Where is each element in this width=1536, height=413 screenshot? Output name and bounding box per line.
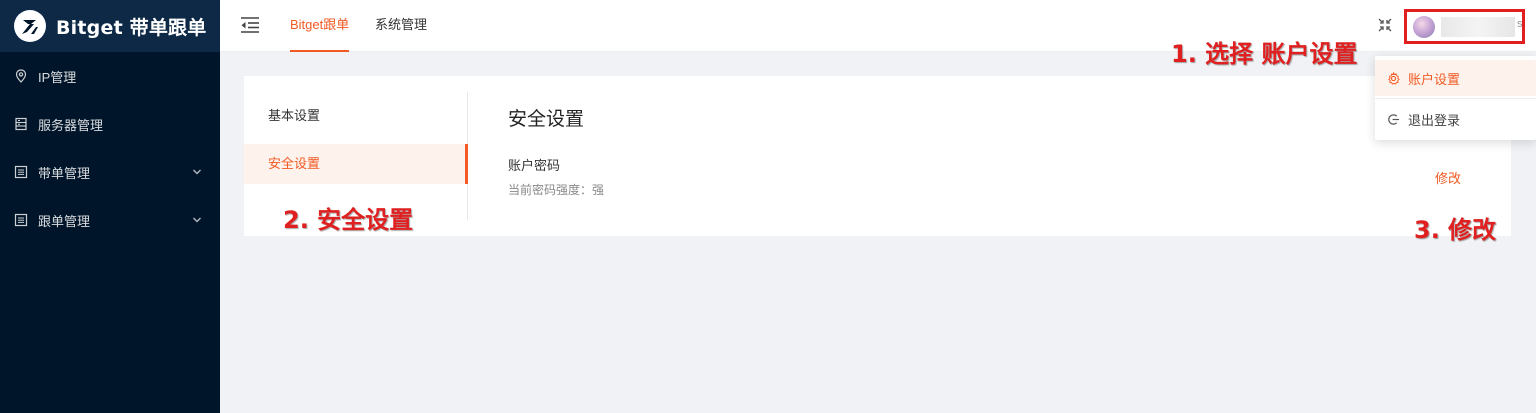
- location-pin-icon: [14, 69, 28, 83]
- gear-icon: [1388, 71, 1400, 85]
- settings-card: 基本设置 安全设置 安全设置 账户密码 当前密码强度：强 修改: [244, 76, 1511, 236]
- annotation-step-2: 2. 安全设置: [283, 206, 414, 234]
- sidebar-item-label: IP管理: [38, 69, 77, 85]
- modify-password-link[interactable]: 修改: [1435, 168, 1461, 187]
- menu-divider: [1375, 98, 1536, 99]
- sidebar-menu: IP管理 服务器管理 带单管理 跟单管理: [0, 52, 220, 244]
- annotation-step-3: 3. 修改: [1414, 216, 1497, 244]
- settings-nav-basic[interactable]: 基本设置: [244, 96, 468, 136]
- tab-system-management[interactable]: 系统管理: [375, 0, 427, 52]
- password-row-label: 账户密码: [508, 158, 561, 173]
- menu-item-label: 退出登录: [1408, 112, 1461, 128]
- avatar: [1413, 16, 1435, 38]
- menu-item-logout[interactable]: 退出登录: [1375, 101, 1536, 137]
- sidebar-item-label: 服务器管理: [38, 117, 104, 133]
- sidebar-item-lead-trading[interactable]: 带单管理: [0, 148, 220, 196]
- menu-item-label: 账户设置: [1408, 71, 1461, 87]
- list-icon: [14, 213, 28, 227]
- menu-collapse-icon[interactable]: [240, 16, 260, 34]
- server-icon: [14, 117, 28, 131]
- password-strength-text: 当前密码强度：强: [508, 183, 605, 197]
- tab-bitget-copy-trading[interactable]: Bitget跟单: [290, 0, 350, 52]
- settings-nav-security[interactable]: 安全设置: [244, 144, 468, 184]
- user-account-menu-trigger[interactable]: s: [1404, 9, 1525, 44]
- username-tail: s: [1517, 18, 1523, 30]
- redacted-username: [1441, 17, 1515, 37]
- sidebar: Bitget 带单跟单 IP管理 服务器管理 带单管理 跟单管理: [0, 0, 220, 413]
- app-title: Bitget 带单跟单: [56, 16, 207, 39]
- sidebar-item-copy-trading[interactable]: 跟单管理: [0, 196, 220, 244]
- sidebar-item-ip-management[interactable]: IP管理: [0, 52, 220, 100]
- section-title: 安全设置: [508, 109, 585, 130]
- user-dropdown-menu: 账户设置 退出登录: [1375, 56, 1536, 140]
- sidebar-item-label: 跟单管理: [38, 213, 91, 229]
- chevron-down-icon: [193, 169, 201, 175]
- chevron-down-icon: [193, 217, 201, 223]
- sidebar-item-label: 带单管理: [38, 165, 91, 181]
- bitget-logo-icon: [14, 10, 46, 42]
- menu-item-account-settings[interactable]: 账户设置: [1375, 60, 1536, 96]
- logout-icon: [1388, 113, 1400, 125]
- fullscreen-exit-icon[interactable]: [1378, 18, 1392, 32]
- sidebar-item-server-management[interactable]: 服务器管理: [0, 100, 220, 148]
- logo-bar[interactable]: Bitget 带单跟单: [0, 0, 220, 52]
- annotation-step-1: 1. 选择 账户设置: [1171, 40, 1358, 68]
- list-icon: [14, 165, 28, 179]
